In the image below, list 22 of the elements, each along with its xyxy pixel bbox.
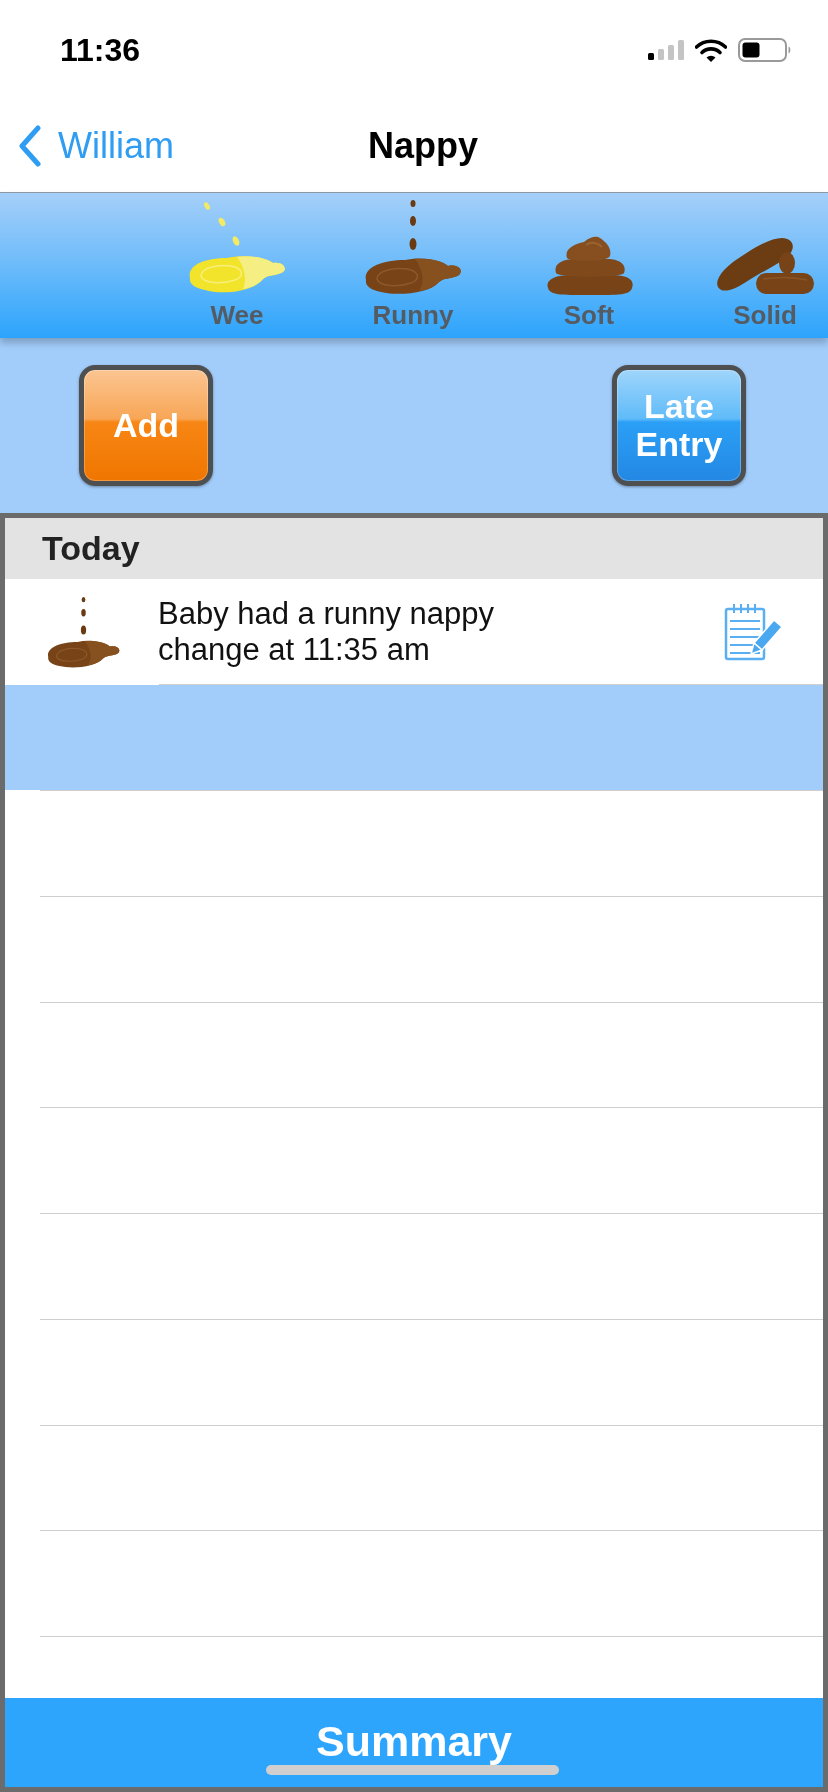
signal-icon: [648, 40, 684, 60]
entry-text: Baby had a runny nappy change at 11:35 am: [158, 596, 496, 668]
solid-stool-icon: [715, 237, 815, 295]
runny-stool-icon: [46, 597, 121, 669]
summary-button[interactable]: Summary: [5, 1698, 823, 1787]
nappy-type-button[interactable]: Wee: [187, 200, 287, 330]
soft-stool-icon: [545, 236, 633, 295]
nappy-type-button[interactable]: Soft: [539, 200, 639, 330]
screen-title: Nappy: [368, 125, 478, 167]
section-title: Today: [42, 529, 140, 568]
wifi-icon: [695, 38, 727, 62]
nappy-type-button[interactable]: Runny: [363, 200, 463, 330]
edit-note-icon[interactable]: [724, 603, 784, 661]
back-button[interactable]: William: [18, 125, 174, 167]
status-time: 11:36: [60, 31, 141, 69]
runny-stool-icon: [363, 200, 463, 295]
add-button[interactable]: Add: [79, 365, 213, 486]
battery-icon: [738, 38, 792, 62]
chevron-left-icon: [18, 125, 42, 167]
nappy-type-button[interactable]: Solid: [715, 200, 815, 330]
late-entry-button[interactable]: Late Entry: [612, 365, 746, 486]
urine-puddle-icon: [187, 200, 287, 295]
